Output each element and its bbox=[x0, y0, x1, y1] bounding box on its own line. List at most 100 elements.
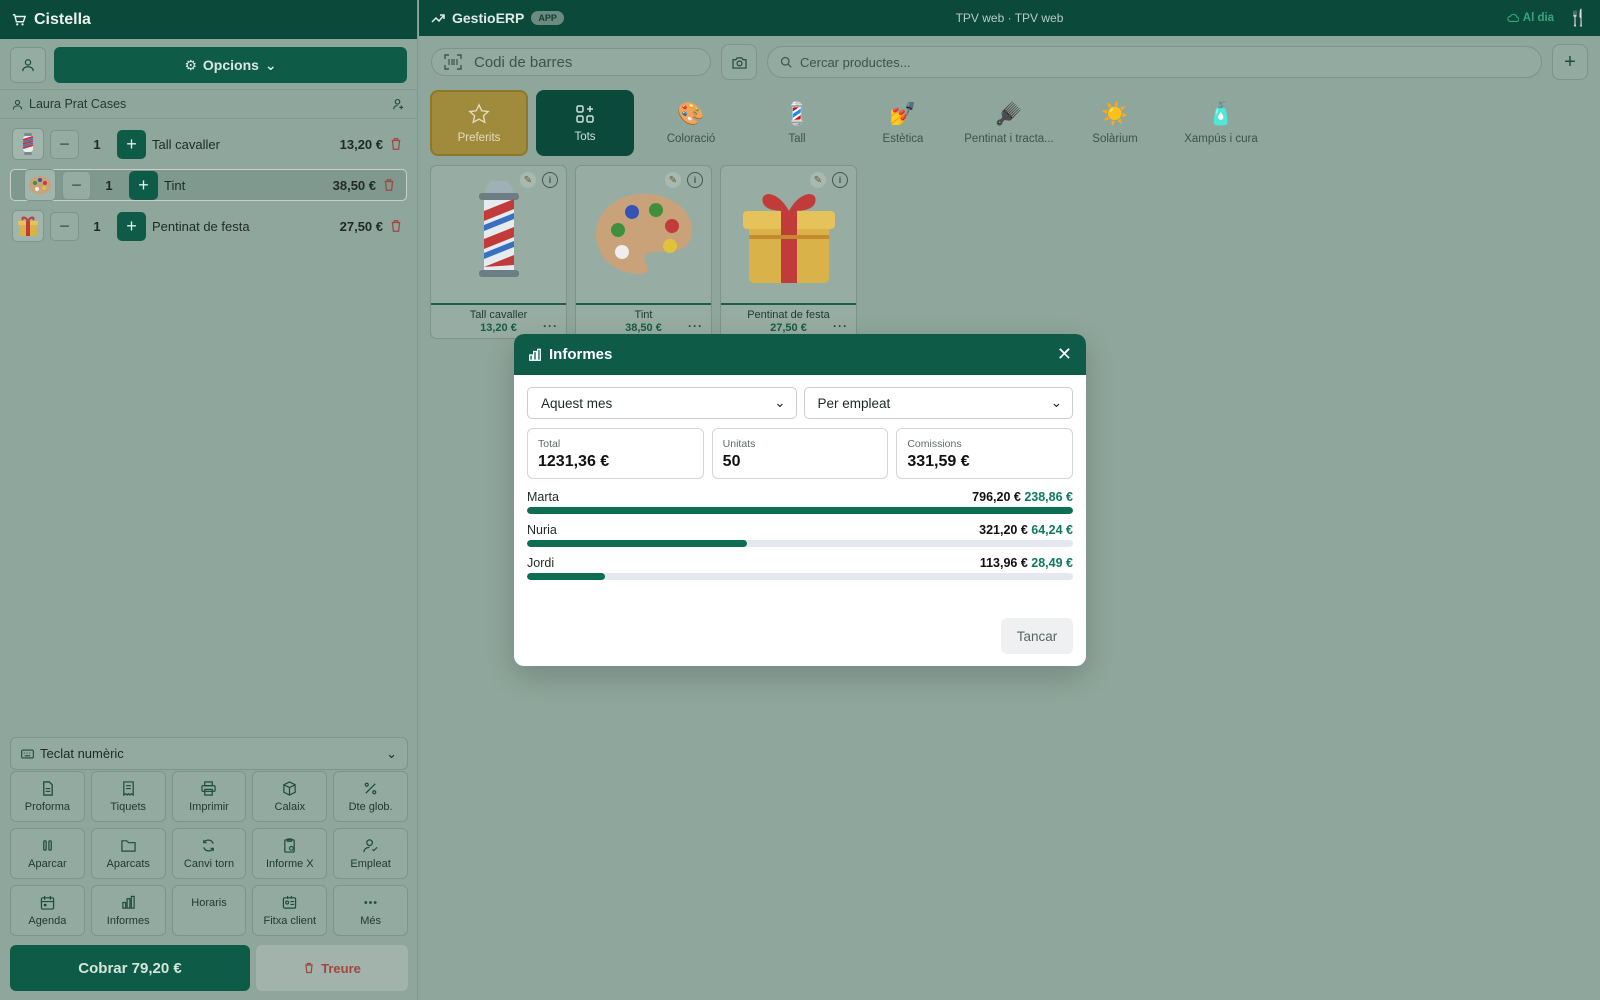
trash-icon[interactable] bbox=[389, 219, 403, 233]
park-button[interactable]: Aparcar bbox=[10, 828, 85, 879]
agenda-button[interactable]: Agenda bbox=[10, 885, 85, 936]
user-icon bbox=[12, 99, 23, 109]
user-switch-icon[interactable] bbox=[393, 98, 405, 110]
close-icon[interactable]: ✕ bbox=[1057, 344, 1072, 365]
select-client-button[interactable] bbox=[10, 47, 46, 83]
product-search-input[interactable]: Cercar productes... bbox=[767, 46, 1542, 78]
product-search-placeholder: Cercar productes... bbox=[800, 54, 911, 70]
charge-button[interactable]: Cobrar 79,20 € bbox=[10, 945, 250, 991]
restaurant-icon[interactable]: 🍴 bbox=[1568, 8, 1588, 28]
camera-button[interactable] bbox=[721, 44, 757, 80]
chevron-down-icon: ⌄ bbox=[1050, 395, 1062, 410]
employee-button[interactable]: Empleat bbox=[333, 828, 408, 879]
more-icon[interactable]: ··· bbox=[543, 319, 558, 333]
parked-button[interactable]: Aparcats bbox=[90, 828, 166, 879]
charge-label: Cobrar 79,20 € bbox=[78, 959, 182, 977]
trash-icon[interactable] bbox=[382, 178, 396, 192]
increase-qty-button[interactable]: + bbox=[129, 170, 158, 200]
item-price: 27,50 € bbox=[339, 218, 383, 234]
client-card-button[interactable]: Fitxa client bbox=[252, 885, 328, 936]
close-button[interactable]: Tancar bbox=[1001, 618, 1073, 654]
category-favorites[interactable]: Preferits bbox=[430, 90, 528, 156]
progress-track bbox=[527, 573, 1073, 580]
trash-icon[interactable] bbox=[389, 137, 403, 151]
pencil-icon[interactable]: ✎ bbox=[520, 172, 536, 188]
stat-units: Unitats 50 bbox=[711, 428, 889, 479]
more-icon[interactable]: ··· bbox=[688, 319, 703, 333]
category-styling[interactable]: 🪮 Pentinat i tracta... bbox=[960, 90, 1058, 156]
reports-button[interactable]: Informes bbox=[90, 885, 166, 936]
info-icon[interactable]: i bbox=[832, 172, 848, 188]
employee-commission: 64,24 € bbox=[1031, 523, 1073, 537]
product-card[interactable]: ✎ i Tint 38,50 € ··· bbox=[575, 165, 712, 339]
group-by-select[interactable]: Per empleat ⌄ bbox=[803, 387, 1073, 419]
category-solarium[interactable]: ☀️ Solàrium bbox=[1066, 90, 1164, 156]
employee-name: Jordi bbox=[527, 556, 555, 570]
category-cut[interactable]: 💈 Tall bbox=[748, 90, 846, 156]
info-icon[interactable]: i bbox=[687, 172, 703, 188]
progress-track bbox=[527, 540, 1073, 547]
shift-change-button[interactable]: Canvi torn bbox=[171, 828, 247, 879]
stat-commissions: Comissions 331,59 € bbox=[896, 428, 1074, 479]
global-discount-button[interactable]: Dte glob. bbox=[333, 771, 408, 822]
star-icon bbox=[468, 102, 490, 124]
increase-qty-button[interactable]: + bbox=[117, 129, 146, 159]
pencil-icon[interactable]: ✎ bbox=[665, 172, 681, 188]
progress-track bbox=[527, 507, 1073, 514]
print-button[interactable]: Imprimir bbox=[171, 771, 247, 822]
cart-item[interactable]: − 1 + Tall cavaller 13,20 € bbox=[10, 126, 407, 162]
more-icon[interactable]: ··· bbox=[833, 319, 848, 333]
drawer-button[interactable]: Calaix bbox=[252, 771, 328, 822]
keyboard-icon bbox=[21, 748, 34, 759]
increase-qty-button[interactable]: + bbox=[117, 211, 146, 241]
product-grid: ✎ i Tall cavaller 13,20 € ··· ✎ i Tint 3… bbox=[430, 165, 857, 339]
product-card[interactable]: ✎ i Tall cavaller 13,20 € ··· bbox=[430, 165, 567, 339]
options-button[interactable]: ⚙ Opcions ⌄ bbox=[54, 47, 407, 83]
proforma-button[interactable]: Proforma bbox=[10, 771, 85, 822]
cart-item[interactable]: − 1 + Tint 38,50 € bbox=[10, 169, 407, 201]
tickets-button[interactable]: Tiquets bbox=[90, 771, 166, 822]
schedules-button[interactable]: Horaris bbox=[171, 885, 247, 936]
client-row[interactable]: Laura Prat Cases bbox=[0, 89, 417, 119]
user-check-icon bbox=[363, 838, 378, 852]
terminal-title: TPV web · TPV web bbox=[955, 11, 1064, 25]
cloud-check-icon bbox=[1507, 13, 1519, 22]
add-product-button[interactable]: + bbox=[1552, 44, 1588, 80]
report-x-button[interactable]: Informe X bbox=[252, 828, 328, 879]
numeric-keypad-toggle[interactable]: Teclat numèric ⌄ bbox=[10, 737, 408, 770]
decrease-qty-button[interactable]: − bbox=[50, 211, 79, 241]
barcode-placeholder: Codi de barres bbox=[474, 53, 573, 71]
decrease-qty-button[interactable]: − bbox=[50, 129, 79, 159]
trash-icon bbox=[305, 962, 313, 974]
period-value: Aquest mes bbox=[541, 395, 613, 411]
info-icon[interactable]: i bbox=[542, 172, 558, 188]
brand: GestioERP APP bbox=[431, 10, 564, 26]
action-label: Empleat bbox=[350, 857, 391, 870]
cart-item[interactable]: − 1 + Pentinat de festa 27,50 € bbox=[10, 208, 407, 244]
progress-fill bbox=[527, 573, 606, 580]
action-label: Imprimir bbox=[189, 800, 229, 813]
category-coloring[interactable]: 🎨 Coloració bbox=[642, 90, 740, 156]
product-card[interactable]: ✎ i Pentinat de festa 27,50 € ··· bbox=[720, 165, 857, 339]
action-label: Més bbox=[360, 914, 381, 927]
keypad-label: Teclat numèric bbox=[40, 746, 124, 761]
category-label: Solàrium bbox=[1092, 132, 1138, 145]
pencil-icon[interactable]: ✎ bbox=[810, 172, 826, 188]
barcode-input[interactable]: Codi de barres bbox=[431, 48, 711, 76]
category-bar: Preferits Tots 🎨 Coloració 💈 Tall 💅 Estè… bbox=[430, 90, 1270, 156]
chevron-down-icon: ⌄ bbox=[386, 745, 397, 761]
period-select[interactable]: Aquest mes ⌄ bbox=[527, 387, 797, 419]
more-button[interactable]: Més bbox=[333, 885, 408, 936]
remove-button[interactable]: Treure bbox=[256, 945, 408, 991]
category-aesthetics[interactable]: 💅 Estètica bbox=[854, 90, 952, 156]
action-label: Dte glob. bbox=[348, 800, 393, 813]
barber-pole-icon: 💈 bbox=[783, 100, 811, 126]
item-qty: 1 bbox=[93, 218, 101, 234]
category-shampoo[interactable]: 🧴 Xampús i cura bbox=[1172, 90, 1270, 156]
category-all[interactable]: Tots bbox=[536, 90, 634, 156]
trend-up-icon bbox=[431, 14, 445, 23]
stat-value: 1231,36 € bbox=[538, 453, 610, 470]
decrease-qty-button[interactable]: − bbox=[62, 170, 91, 200]
pause-icon bbox=[43, 839, 52, 851]
employee-amount: 113,96 € bbox=[979, 556, 1028, 570]
